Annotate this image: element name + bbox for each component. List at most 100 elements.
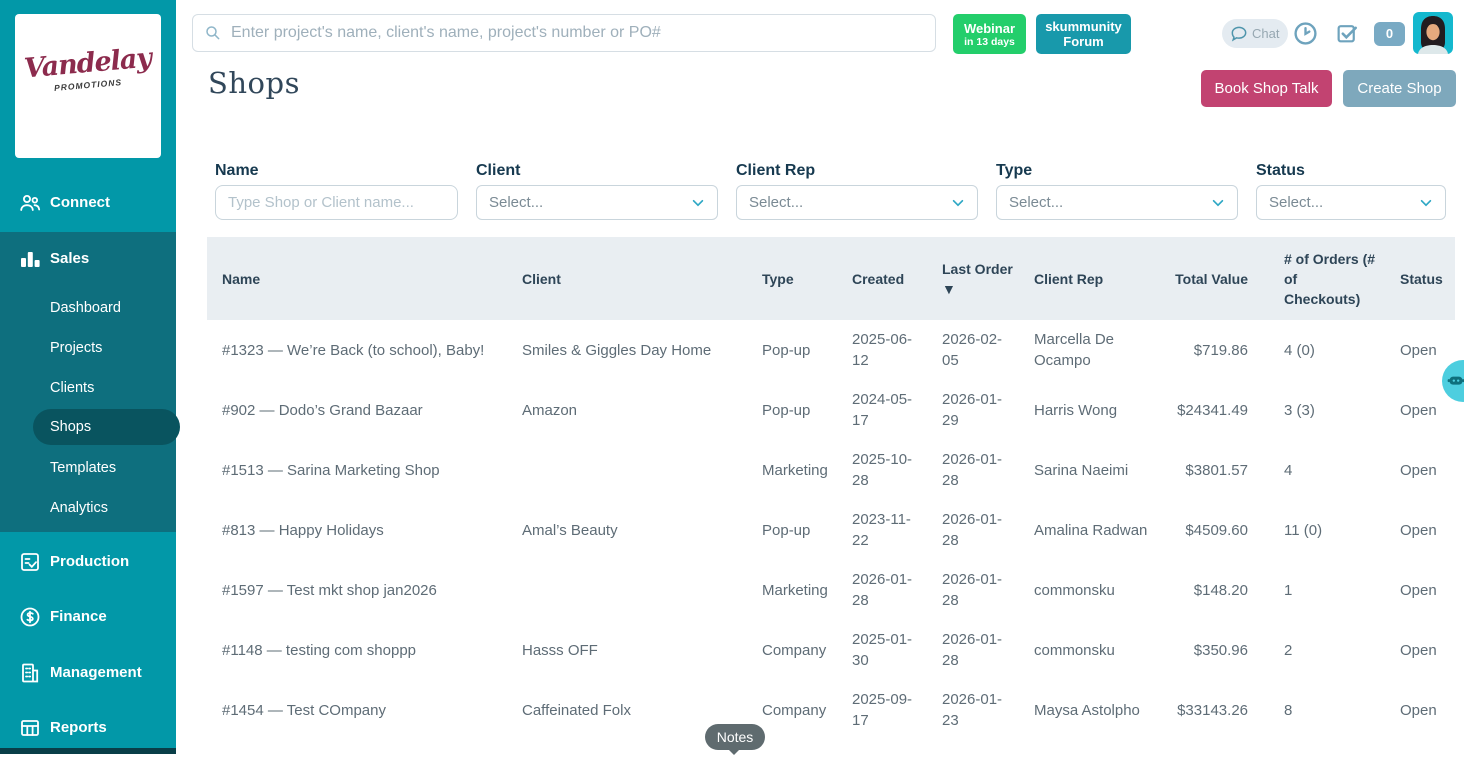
sidebar-item-analytics[interactable]: Analytics <box>50 497 170 519</box>
chevron-down-icon <box>1211 196 1225 210</box>
total-value-cell: $24341.49 <box>1162 400 1262 421</box>
sidebar-item-finance[interactable]: Finance <box>0 602 176 632</box>
sidebar-item-reports[interactable]: Reports <box>0 713 176 743</box>
filter-client-rep-label: Client Rep <box>736 162 815 180</box>
total-value-cell <box>1162 740 1262 749</box>
filter-name-input[interactable] <box>215 185 458 220</box>
col-header-last-order[interactable]: Last Order ▼ <box>942 259 1034 299</box>
sidebar-item-connect[interactable]: Connect <box>0 188 176 218</box>
filter-type-select[interactable]: Select... <box>996 185 1238 220</box>
clipboard-check-icon <box>18 550 42 574</box>
last-order-cell: 2026-01-28 <box>942 569 1034 611</box>
last-order-cell: 2026-01-28 <box>942 629 1034 671</box>
col-header-name[interactable]: Name <box>222 269 522 289</box>
last-order-cell: 2026-01-28 <box>942 509 1034 551</box>
orders-cell: 2 <box>1262 640 1376 661</box>
col-header-total-value[interactable]: Total Value <box>1162 269 1262 289</box>
shop-name-cell[interactable]: #902 — Dodo’s Grand Bazaar <box>222 400 522 421</box>
table-row[interactable]: #1454 — Test COmpany Caffeinated Folx Co… <box>207 680 1455 740</box>
robot-icon <box>1447 373 1464 389</box>
table-row[interactable]: #1513 — Sarina Marketing Shop Marketing … <box>207 440 1455 500</box>
table-row[interactable]: #1597 — Test mkt shop jan2026 Marketing … <box>207 560 1455 620</box>
select-value: Select... <box>749 194 951 211</box>
create-shop-button[interactable]: Create Shop <box>1343 70 1456 107</box>
sidebar-item-dashboard[interactable]: Dashboard <box>50 297 170 319</box>
col-header-created[interactable]: Created <box>852 269 942 289</box>
table-row[interactable]: #813 — Happy Holidays Amal’s Beauty Pop-… <box>207 500 1455 560</box>
shop-name-cell[interactable]: #1454 — Test COmpany <box>222 700 522 721</box>
shop-name-cell[interactable]: #1323 — We’re Back (to school), Baby! <box>222 340 522 361</box>
sidebar-item-sales[interactable]: Sales <box>0 244 176 274</box>
book-shop-talk-button[interactable]: Book Shop Talk <box>1201 70 1332 107</box>
col-header-client-rep[interactable]: Client Rep <box>1034 269 1162 289</box>
clock-status-icon[interactable] <box>1292 20 1319 47</box>
table-row[interactable]: #1148 — testing com shoppp Hasss OFF Com… <box>207 620 1455 680</box>
table-row[interactable]: 2025-10- 2026-01- <box>207 740 1455 754</box>
client-rep-cell: commonsku <box>1034 580 1162 601</box>
user-avatar[interactable] <box>1413 12 1453 54</box>
shop-name-cell[interactable]: #1513 — Sarina Marketing Shop <box>222 460 522 481</box>
type-cell: Marketing <box>762 460 852 481</box>
sidebar-item-clients[interactable]: Clients <box>50 377 170 399</box>
last-order-cell: 2026-01-23 <box>942 689 1034 731</box>
sidebar-item-production[interactable]: Production <box>0 547 176 577</box>
bar-chart-icon <box>18 247 42 271</box>
col-header-orders[interactable]: # of Orders (# of Checkouts) <box>1262 249 1376 309</box>
company-logo[interactable]: Vandelay PROMOTIONS <box>15 14 161 158</box>
sidebar-item-management[interactable]: Management <box>0 658 176 688</box>
skummunity-forum-button[interactable]: skummunity Forum <box>1036 14 1131 54</box>
status-cell: Open <box>1376 520 1438 541</box>
forum-label-1: skummunity <box>1045 19 1122 34</box>
sidebar-item-templates[interactable]: Templates <box>50 457 170 479</box>
filter-client-rep-select[interactable]: Select... <box>736 185 978 220</box>
sidebar-item-label: Sales <box>50 244 89 274</box>
report-table-icon <box>18 716 42 740</box>
dollar-circle-icon <box>18 605 42 629</box>
chevron-down-icon <box>691 196 705 210</box>
orders-cell: 4 <box>1262 460 1376 481</box>
select-value: Select... <box>1269 194 1419 211</box>
chat-button[interactable]: Chat <box>1222 19 1288 48</box>
created-cell: 2025-10-28 <box>852 449 942 491</box>
webinar-button[interactable]: Webinar in 13 days <box>953 14 1026 54</box>
filter-name-label: Name <box>215 162 259 180</box>
last-order-cell: 2026-01-28 <box>942 449 1034 491</box>
col-header-status[interactable]: Status <box>1376 269 1438 289</box>
created-cell: 2025-01-30 <box>852 629 942 671</box>
shop-name-cell[interactable] <box>222 740 522 749</box>
sidebar-item-shops[interactable]: Shops <box>33 409 180 445</box>
status-cell: Open <box>1376 700 1438 721</box>
forum-label-2: Forum <box>1063 34 1103 49</box>
created-cell: 2024-05-17 <box>852 389 942 431</box>
select-value: Select... <box>1009 194 1211 211</box>
chat-bubble-icon <box>1229 24 1249 44</box>
shop-name-cell[interactable]: #1148 — testing com shoppp <box>222 640 522 661</box>
shop-name-cell[interactable]: #1597 — Test mkt shop jan2026 <box>222 580 522 601</box>
col-header-type[interactable]: Type <box>762 269 852 289</box>
status-cell: Open <box>1376 640 1438 661</box>
chat-label: Chat <box>1252 26 1279 41</box>
table-row[interactable]: #902 — Dodo’s Grand Bazaar Amazon Pop-up… <box>207 380 1455 440</box>
search-icon <box>204 24 222 42</box>
col-header-client[interactable]: Client <box>522 269 762 289</box>
total-value-cell: $3801.57 <box>1162 460 1262 481</box>
table-row[interactable]: #1323 — We’re Back (to school), Baby! Sm… <box>207 320 1455 380</box>
client-cell: Caffeinated Folx <box>522 700 762 721</box>
type-cell <box>762 740 852 749</box>
search-input[interactable] <box>192 14 936 52</box>
filter-client-select[interactable]: Select... <box>476 185 718 220</box>
filter-client-label: Client <box>476 162 520 180</box>
status-cell: Open <box>1376 340 1438 361</box>
status-cell <box>1376 740 1438 749</box>
client-rep-cell: Amalina Radwan <box>1034 520 1162 541</box>
filter-status-select[interactable]: Select... <box>1256 185 1446 220</box>
table-body: #1323 — We’re Back (to school), Baby! Sm… <box>207 320 1455 754</box>
select-value: Select... <box>489 194 691 211</box>
created-cell: 2025-10- <box>852 740 942 754</box>
tasks-checkbox-icon[interactable] <box>1335 21 1360 46</box>
sidebar-item-projects[interactable]: Projects <box>50 337 170 359</box>
type-cell: Company <box>762 700 852 721</box>
shop-name-cell[interactable]: #813 — Happy Holidays <box>222 520 522 541</box>
type-cell: Marketing <box>762 580 852 601</box>
notification-count-badge[interactable]: 0 <box>1374 22 1405 46</box>
